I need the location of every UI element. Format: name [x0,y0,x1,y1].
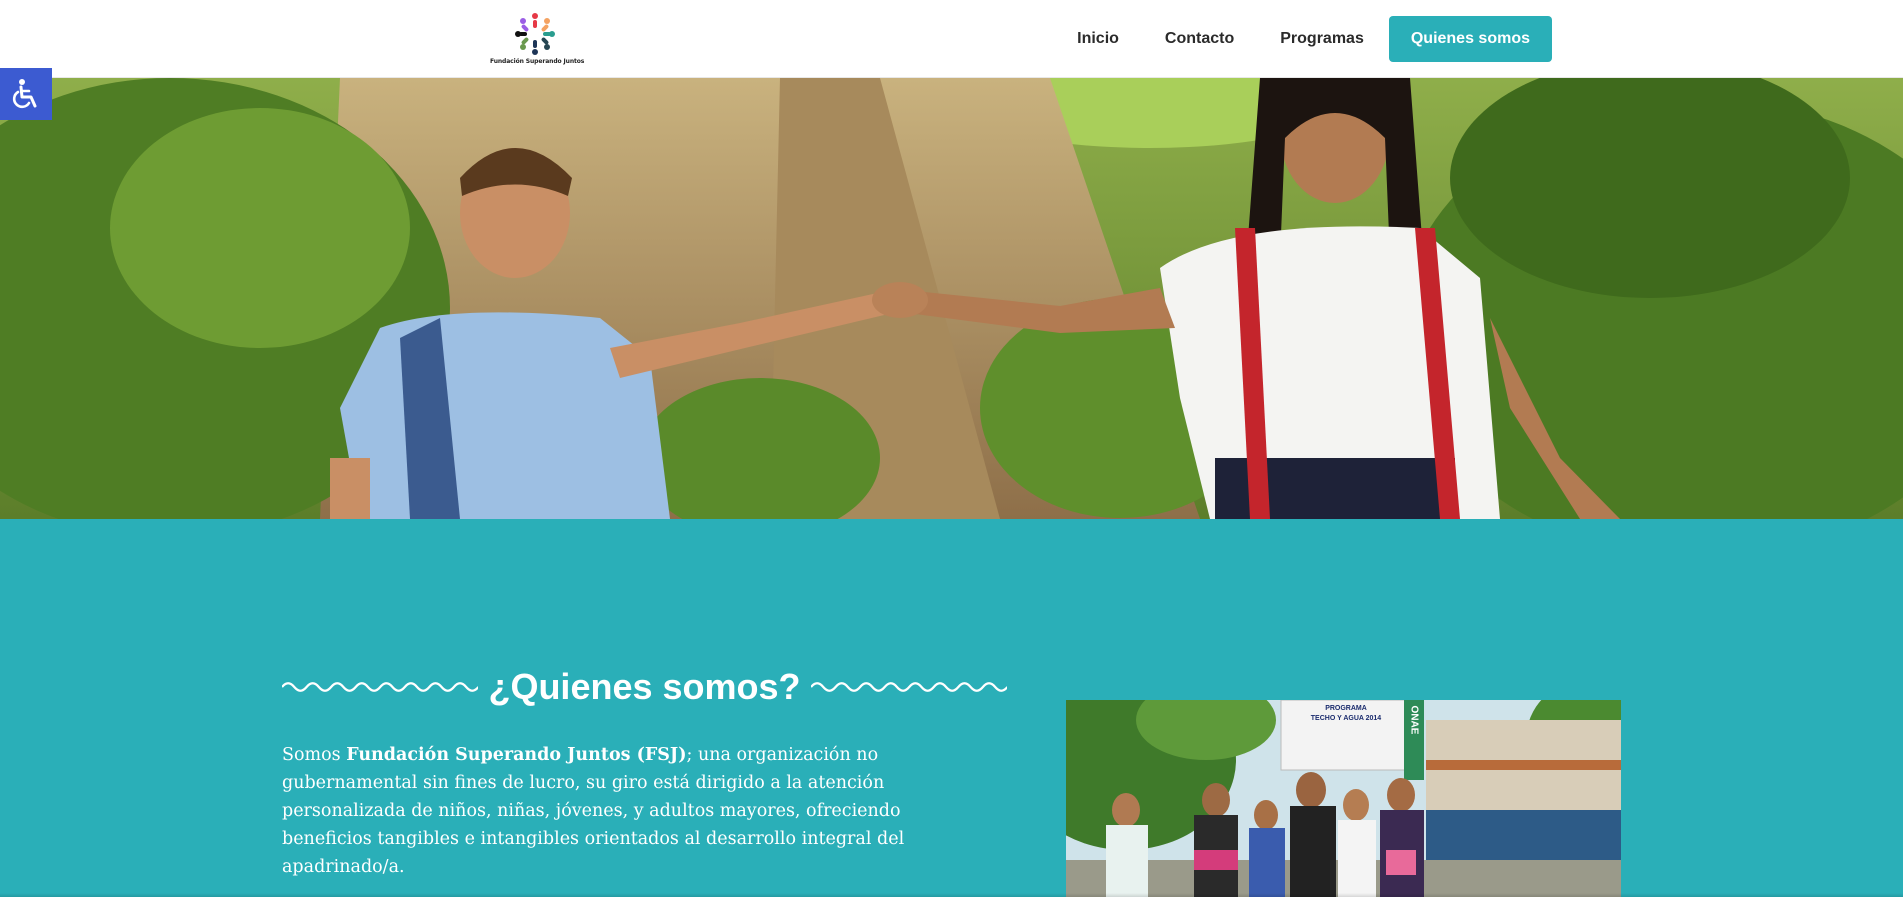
site-header: Fundación Superando Juntos Inicio Contac… [0,0,1903,78]
logo-text: Fundación Superando Juntos [490,58,585,65]
about-section: ¿Quienes somos? Somos Fundación Superand… [0,519,1903,897]
wave-left-icon [282,682,479,692]
accessibility-button[interactable] [0,68,52,120]
schoolgirls-photo: PROGRAMA TECHO Y AGUA 2014 ONAE [1066,700,1621,897]
main-nav: Inicio Contacto Programas Quienes somos [1056,16,1552,62]
logo-figures-icon [515,13,555,55]
sign-vertical: ONAE [1409,706,1420,735]
about-description: Somos Fundación Superando Juntos (FSJ); … [282,741,962,881]
nav-programas[interactable]: Programas [1259,16,1385,62]
about-heading-row: ¿Quienes somos? [282,657,1007,717]
about-title: ¿Quienes somos? [488,666,801,707]
hero-image [0,78,1903,519]
wave-right-icon [810,682,1007,692]
sign-line2: TECHO Y AGUA 2014 [1311,715,1382,722]
bottom-shadow [0,893,1903,897]
wheelchair-icon [12,79,37,109]
hero-photo [0,78,1903,519]
about-org-name: Fundación Superando Juntos (FSJ) [346,744,687,765]
site-logo[interactable]: Fundación Superando Juntos [490,8,585,70]
sign-line1: PROGRAMA [1325,705,1367,712]
about-photo: PROGRAMA TECHO Y AGUA 2014 ONAE [1066,700,1621,897]
nav-contacto[interactable]: Contacto [1144,16,1255,62]
about-intro-prefix: Somos [282,744,347,765]
nav-inicio[interactable]: Inicio [1056,16,1140,62]
nav-quienes-somos[interactable]: Quienes somos [1388,16,1552,62]
